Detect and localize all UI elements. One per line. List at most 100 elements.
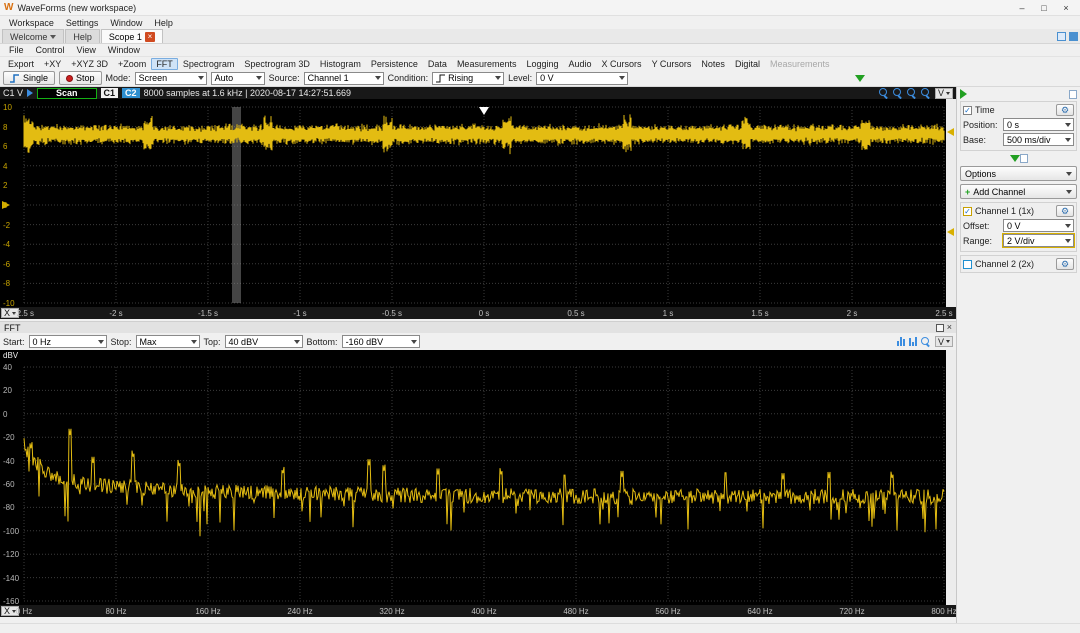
tab-scope-1[interactable]: Scope 1×: [101, 29, 163, 43]
tool-logging[interactable]: Logging: [521, 59, 563, 69]
tool-export[interactable]: Export: [3, 59, 39, 69]
tab-label: Help: [73, 32, 92, 42]
range-select[interactable]: 2 V/div: [1003, 234, 1074, 247]
tool-digital[interactable]: Digital: [730, 59, 765, 69]
tool-data[interactable]: Data: [423, 59, 452, 69]
tool-histogram[interactable]: Histogram: [315, 59, 366, 69]
single-button[interactable]: Single: [3, 71, 55, 85]
y-tick: 4: [3, 162, 7, 171]
fft-stop-select[interactable]: Max: [136, 335, 200, 348]
fft-plot-area[interactable]: dBV 40200-20-40-60-80-100-120-140-160: [0, 350, 956, 605]
bar-view-icon[interactable]: [897, 337, 905, 346]
level-select[interactable]: 0 V: [536, 72, 628, 85]
tool-persistence[interactable]: Persistence: [366, 59, 423, 69]
window-tile-icon[interactable]: [1069, 32, 1078, 41]
menu-window[interactable]: Window: [102, 45, 146, 55]
minimize-button[interactable]: –: [1012, 1, 1032, 14]
copy-channel-icon[interactable]: [1020, 154, 1028, 163]
condition-select[interactable]: Rising: [432, 72, 504, 85]
channel1-badge[interactable]: C1: [101, 88, 119, 98]
trigger-position-marker[interactable]: [479, 107, 489, 115]
x-tick: 1 s: [663, 309, 674, 318]
y-tick: -4: [3, 240, 10, 249]
tool-xyz-3d[interactable]: +XYZ 3D: [66, 59, 113, 69]
tool-measurements[interactable]: Measurements: [452, 59, 522, 69]
stop-button[interactable]: Stop: [59, 71, 102, 85]
scope-plot-area[interactable]: 1086420-2-4-6-8-10: [0, 99, 956, 307]
zoom-out-icon[interactable]: [893, 88, 903, 98]
fft-bottom-select[interactable]: -160 dBV: [342, 335, 420, 348]
menu-window[interactable]: Window: [104, 18, 148, 28]
close-button[interactable]: ×: [1056, 1, 1076, 14]
tab-help[interactable]: Help: [65, 29, 100, 43]
menu-view[interactable]: View: [71, 45, 102, 55]
tool-spectrogram[interactable]: Spectrogram: [178, 59, 240, 69]
app-logo-icon: W: [4, 2, 13, 13]
channel1-gear-button[interactable]: ⚙: [1056, 205, 1074, 217]
position-select[interactable]: 0 s: [1003, 118, 1074, 131]
menu-workspace[interactable]: Workspace: [3, 18, 60, 28]
tool-notes[interactable]: Notes: [696, 59, 730, 69]
fft-y-axis-menu-button[interactable]: V: [935, 336, 953, 347]
tool-spectrogram-3d[interactable]: Spectrogram 3D: [239, 59, 315, 69]
tool-fft[interactable]: FFT: [151, 58, 178, 70]
tool-audio[interactable]: Audio: [564, 59, 597, 69]
offset-select[interactable]: 0 V: [1003, 219, 1074, 232]
time-checkbox[interactable]: ✓: [963, 106, 972, 115]
tool-y-cursors[interactable]: Y Cursors: [647, 59, 697, 69]
y-tick: 20: [3, 386, 12, 395]
window-layout-icon[interactable]: [1057, 32, 1066, 41]
maximize-button[interactable]: □: [1034, 1, 1054, 14]
y-tick: 10: [3, 103, 12, 112]
fft-top-select[interactable]: 40 dBV: [225, 335, 303, 348]
close-tab-icon[interactable]: ×: [145, 32, 155, 42]
fft-x-axis: X 0 Hz80 Hz160 Hz240 Hz320 Hz400 Hz480 H…: [0, 605, 956, 617]
tool-x-cursors[interactable]: X Cursors: [597, 59, 647, 69]
single-label: Single: [23, 73, 48, 83]
channel2-checkbox[interactable]: [963, 260, 972, 269]
source-select[interactable]: Channel 1: [304, 72, 384, 85]
copy-settings-icon[interactable]: [1069, 90, 1077, 99]
fft-start-select[interactable]: 0 Hz: [29, 335, 107, 348]
base-select[interactable]: 500 ms/div: [1003, 133, 1074, 146]
status-bar: [0, 623, 1080, 633]
options-label: Options: [965, 169, 996, 179]
line-view-icon[interactable]: [909, 337, 917, 346]
add-channel-dropdown[interactable]: + Add Channel: [960, 184, 1077, 199]
offset-label: Offset:: [963, 221, 1003, 231]
fft-zoom-icon[interactable]: [921, 337, 931, 347]
close-panel-icon[interactable]: ×: [947, 323, 952, 332]
mode-select[interactable]: Screen: [135, 72, 207, 85]
x-tick: -2 s: [109, 309, 122, 318]
main-menubar: WorkspaceSettingsWindowHelp: [0, 16, 1080, 29]
y-tick: 0: [3, 201, 7, 210]
scan-mode-badge: Scan: [37, 88, 97, 99]
channel2-gear-button[interactable]: ⚙: [1056, 258, 1074, 270]
menu-control[interactable]: Control: [30, 45, 71, 55]
settings-sidebar: ✓ Time ⚙ Position: 0 s Base: 500 ms/div: [956, 87, 1080, 623]
trigger-auto-select[interactable]: Auto: [211, 72, 265, 85]
collapse-sidebar-arrow-icon[interactable]: [960, 89, 967, 99]
tool-xy[interactable]: +XY: [39, 59, 66, 69]
menu-settings[interactable]: Settings: [60, 18, 105, 28]
zoom-fit-icon[interactable]: [907, 88, 917, 98]
menu-help[interactable]: Help: [148, 18, 179, 28]
tab-welcome[interactable]: Welcome: [2, 29, 64, 43]
menu-file[interactable]: File: [3, 45, 30, 55]
options-dropdown[interactable]: Options: [960, 166, 1077, 181]
time-gear-button[interactable]: ⚙: [1056, 104, 1074, 116]
zoom-in-icon[interactable]: [879, 88, 889, 98]
tool-zoom[interactable]: +Zoom: [113, 59, 151, 69]
channel2-badge[interactable]: C2: [122, 88, 140, 98]
level-marker-icon[interactable]: [947, 128, 954, 136]
scope-zoom-icons: V: [879, 88, 953, 99]
channel1-checkbox[interactable]: ✓: [963, 207, 972, 216]
float-panel-icon[interactable]: [936, 324, 944, 332]
level-marker-icon[interactable]: [947, 228, 954, 236]
y-axis-menu-button[interactable]: V: [935, 88, 953, 99]
time-group: ✓ Time ⚙ Position: 0 s Base: 500 ms/div: [960, 101, 1077, 151]
y-tick: -40: [3, 457, 15, 466]
y-tick: 2: [3, 181, 7, 190]
fft-stop-label: Stop:: [111, 337, 132, 347]
zoom-selection-icon[interactable]: [921, 88, 931, 98]
